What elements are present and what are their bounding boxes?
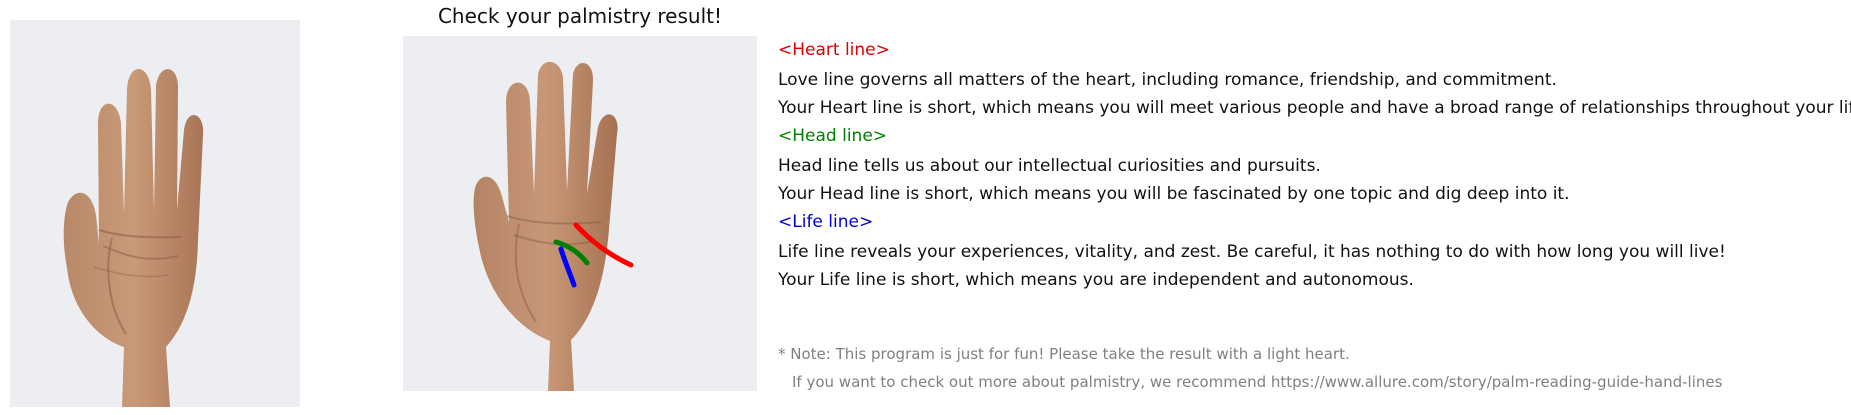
- life-line-section: <Life line> Life line reveals your exper…: [778, 212, 1846, 290]
- life-line-result: Your Life line is short, which means you…: [778, 270, 1414, 290]
- life-line-heading: <Life line>: [778, 212, 874, 232]
- heart-line-heading: <Heart line>: [778, 40, 890, 60]
- palmistry-link-note: If you want to check out more about palm…: [792, 373, 1723, 391]
- head-line-section: <Head line> Head line tells us about our…: [778, 126, 1846, 204]
- result-hand-photo: [403, 36, 757, 391]
- head-line-result: Your Head line is short, which means you…: [778, 184, 1570, 204]
- result-note: * Note: This program is just for fun! Pl…: [778, 340, 1722, 396]
- head-line-heading: <Head line>: [778, 126, 888, 146]
- heart-line-result: Your Heart line is short, which means yo…: [778, 98, 1851, 118]
- heart-line-section: <Heart line> Love line governs all matte…: [778, 40, 1851, 118]
- palmistry-result-panel: <Heart line> Love line governs all matte…: [778, 40, 1851, 298]
- heart-line-description: Love line governs all matters of the hea…: [778, 70, 1557, 90]
- result-title: Check your palmistry result!: [437, 4, 723, 28]
- life-line-description: Life line reveals your experiences, vita…: [778, 242, 1726, 262]
- head-line-description: Head line tells us about our intellectua…: [778, 156, 1321, 176]
- fun-note-line: * Note: This program is just for fun! Pl…: [778, 345, 1350, 363]
- original-hand-photo: [10, 20, 300, 407]
